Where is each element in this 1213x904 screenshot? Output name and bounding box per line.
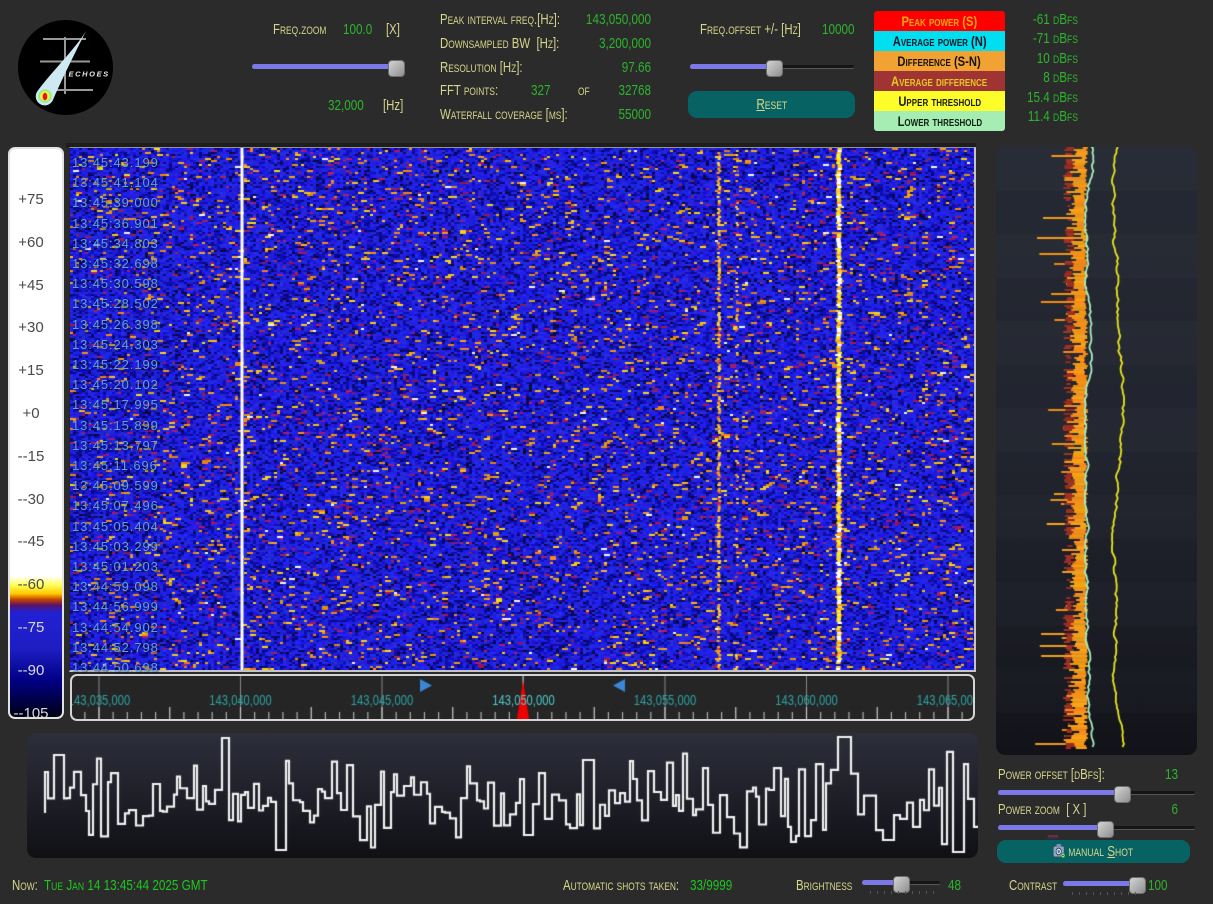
svg-text:ECHOES: ECHOES xyxy=(69,70,110,79)
